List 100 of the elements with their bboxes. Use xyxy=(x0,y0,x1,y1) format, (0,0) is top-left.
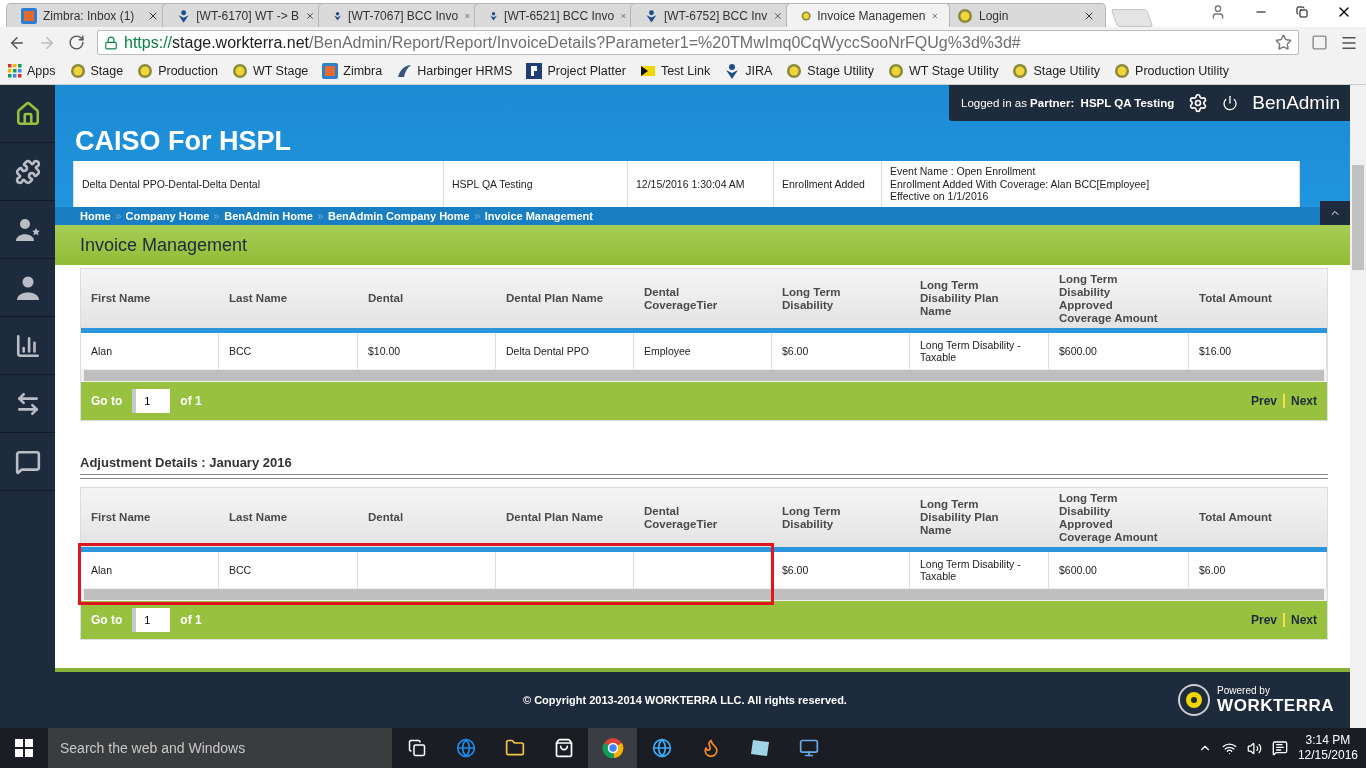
figure-icon xyxy=(724,63,741,79)
search-field[interactable]: Search the web and Windows xyxy=(48,728,392,768)
page-field[interactable]: 1 xyxy=(132,608,171,632)
profile-icon[interactable] xyxy=(1210,4,1226,20)
bookmark-link[interactable]: Production Utility xyxy=(1135,64,1229,78)
bookmark-link[interactable]: Zimbra xyxy=(343,64,383,78)
notification-icon[interactable] xyxy=(1271,740,1288,756)
bookmark-link[interactable]: WT Stage Utility xyxy=(909,64,999,78)
globe-icon xyxy=(957,7,973,24)
volume-icon[interactable] xyxy=(1246,740,1262,756)
app-name: BenAdmin xyxy=(1252,92,1340,114)
bird-icon xyxy=(396,63,413,79)
prev-link[interactable]: Prev xyxy=(1250,394,1277,408)
bookmark-link[interactable]: Production xyxy=(158,64,218,78)
restore-icon[interactable] xyxy=(1296,6,1308,18)
breadcrumb-link[interactable]: BenAdmin Home xyxy=(224,210,313,222)
column-header: Dental CoverageTier xyxy=(643,503,719,532)
goto-label: Go to xyxy=(91,394,123,408)
page-count: of 1 xyxy=(180,613,202,627)
separator-icon xyxy=(472,211,482,221)
user-icon[interactable] xyxy=(14,274,41,301)
card-icon xyxy=(748,738,771,758)
next-link[interactable]: Next xyxy=(1291,394,1317,408)
column-header: Last Name xyxy=(228,291,289,306)
column-header: Total Amount xyxy=(1198,291,1273,306)
bookmark-link[interactable]: Stage Utility xyxy=(807,64,875,78)
bookmark-link[interactable]: WT Stage xyxy=(252,64,309,78)
column-header: Long Term Disability Plan Name xyxy=(919,278,1000,319)
page-count: of 1 xyxy=(180,394,202,408)
column-header: Long Term Disability xyxy=(781,284,842,313)
goto-label: Go to xyxy=(91,613,123,627)
windows-icon xyxy=(15,739,33,757)
column-header: Dental xyxy=(367,510,405,525)
breadcrumb-link[interactable]: Invoice Management xyxy=(484,210,593,222)
copyright-text: © Copyright 2013-2014 WORKTERRA LLC. All rights reserved. xyxy=(523,694,847,706)
breadcrumb-link[interactable]: Home xyxy=(80,210,111,222)
bookmark-link[interactable]: Test Link xyxy=(660,64,711,78)
powered-label: Powered by xyxy=(1217,685,1271,697)
column-header: Dental Plan Name xyxy=(505,510,605,525)
clock[interactable]: 3:14 PM 12/15/2016 xyxy=(1297,733,1358,763)
figure-icon xyxy=(177,7,191,24)
bookmark-link[interactable]: Apps xyxy=(27,64,56,78)
extension-icon[interactable] xyxy=(1311,34,1328,51)
next-link[interactable]: Next xyxy=(1291,613,1317,627)
bookmark-link[interactable]: JIRA xyxy=(745,64,773,78)
adjustment-title: Adjustment Details : January 2016 xyxy=(80,455,293,472)
monitor-icon xyxy=(798,738,819,758)
flag-icon xyxy=(639,63,656,79)
globe-icon xyxy=(1012,63,1029,79)
user-star-icon[interactable] xyxy=(14,216,41,243)
power-icon[interactable] xyxy=(1222,95,1239,111)
chat-icon[interactable] xyxy=(14,448,41,475)
globe-icon xyxy=(137,63,154,79)
home-icon[interactable] xyxy=(14,100,41,127)
globe-icon xyxy=(786,63,803,79)
column-header: First Name xyxy=(90,291,152,306)
site-title: CAISO For HSPL xyxy=(74,125,292,158)
horizontal-scrollbar[interactable] xyxy=(81,588,1327,601)
column-header: First Name xyxy=(90,510,152,525)
puzzle-icon[interactable] xyxy=(14,158,41,185)
scrollbar[interactable] xyxy=(1350,85,1366,728)
prev-link[interactable]: Prev xyxy=(1250,613,1277,627)
bookmark-link[interactable]: Project Platter xyxy=(547,64,626,78)
horizontal-scrollbar[interactable] xyxy=(81,369,1327,382)
column-header: Total Amount xyxy=(1198,510,1273,525)
bookmark-link[interactable]: Harbinger HRMS xyxy=(417,64,513,78)
separator-icon xyxy=(212,211,222,221)
column-header: Dental Plan Name xyxy=(505,291,605,306)
breadcrumb-link[interactable]: Company Home xyxy=(125,210,210,222)
star-icon[interactable] xyxy=(1275,34,1292,51)
column-header: Long Term Disability xyxy=(781,503,842,532)
reload-icon[interactable] xyxy=(68,34,85,51)
network-icon[interactable] xyxy=(1221,740,1237,756)
globe-icon xyxy=(455,738,476,758)
column-header: Long Term Disability Plan Name xyxy=(919,497,1000,538)
lock-icon xyxy=(104,35,118,50)
taskbar-app[interactable] xyxy=(588,728,637,768)
globe-icon xyxy=(69,63,86,79)
column-header: Dental xyxy=(367,291,405,306)
address-bar[interactable]: https://stage.workterra.net/BenAdmin/Report/Report/InvoiceDetails?Parameter1=%20TMwImq0CqWyccSooNrFQUg%3d%3d# xyxy=(97,30,1299,55)
separator-icon xyxy=(315,211,325,221)
globe-icon xyxy=(231,63,248,79)
column-header: Long Term Disability Approved Coverage Amount xyxy=(1058,490,1159,545)
bar-chart-icon[interactable] xyxy=(14,332,41,359)
column-header: Long Term Disability Approved Coverage Amount xyxy=(1058,271,1159,326)
bookmark-link[interactable]: Stage xyxy=(90,64,124,78)
brand-name: WORKTERRA xyxy=(1217,697,1334,715)
bookmark-link[interactable]: Stage Utility xyxy=(1033,64,1101,78)
browser-tab[interactable]: Invoice Managemen xyxy=(786,3,950,27)
square-icon xyxy=(526,63,543,79)
page-field[interactable]: 1 xyxy=(132,389,171,413)
figure-icon xyxy=(645,7,658,24)
globe-icon xyxy=(651,738,672,758)
column-header: Dental CoverageTier xyxy=(643,284,719,313)
settings-icon[interactable] xyxy=(1188,93,1209,113)
url-text: https://stage.workterra.net/BenAdmin/Report/Report/InvoiceDetails?Parameter1=%20TMwImq0CqWyccSooNrFQUg%3d%3d# xyxy=(124,33,1022,52)
circle-icon xyxy=(601,737,624,759)
breadcrumb-link[interactable]: BenAdmin Company Home xyxy=(327,210,470,222)
folder-icon xyxy=(504,738,525,758)
bag-icon xyxy=(553,738,574,758)
